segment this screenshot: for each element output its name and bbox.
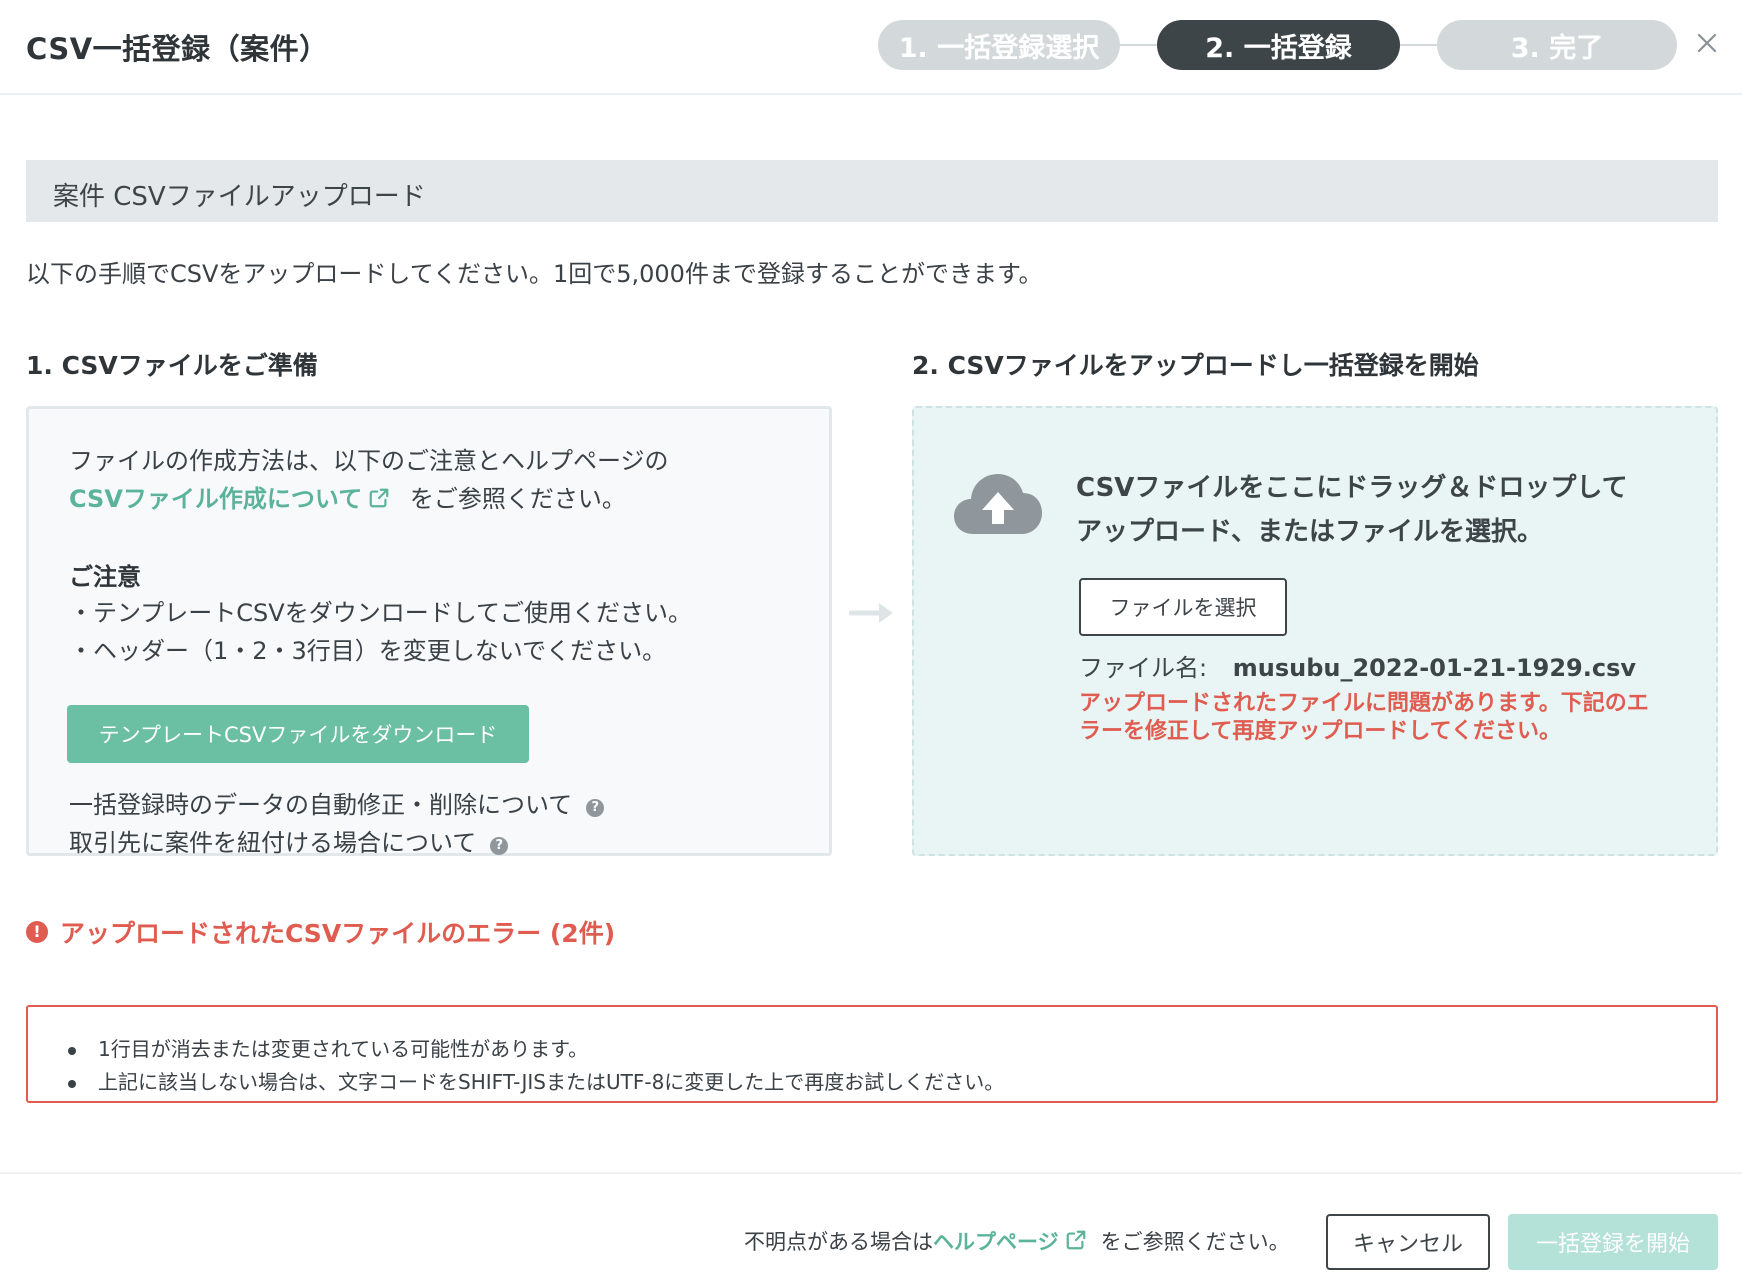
prepare-description: ファイルの作成方法は、以下のご注意とヘルプページの <box>69 447 669 475</box>
cancel-button[interactable]: キャンセル <box>1326 1214 1490 1270</box>
info-link-account-link[interactable]: 取引先に案件を紐付ける場合について? <box>69 823 509 858</box>
prepare-description-line2: CSVファイル作成について をご参照ください。 <box>69 485 626 513</box>
section-title: 案件 CSVファイルアップロード <box>53 182 426 212</box>
error-list-box: 1行目が消去または変更されている可能性があります。 上記に該当しない場合は、文字… <box>26 1005 1718 1103</box>
external-link-icon <box>1066 1230 1085 1250</box>
error-list: 1行目が消去または変更されている可能性があります。 上記に該当しない場合は、文字… <box>68 1033 1004 1099</box>
file-name-value: musubu_2022-01-21-1929.csv <box>1232 654 1637 682</box>
step-1: 1. 一括登録選択 <box>878 20 1120 70</box>
step-connector <box>1120 44 1157 46</box>
upload-heading: 2. CSVファイルをアップロードし一括登録を開始 <box>912 351 1479 380</box>
upload-error-message: アップロードされたファイルに問題があります。下記のエラーを修正して再度アップロー… <box>1079 691 1649 744</box>
help-question-icon[interactable]: ? <box>490 837 509 855</box>
help-question-icon[interactable]: ? <box>586 799 605 817</box>
close-icon[interactable] <box>1692 28 1722 58</box>
prepare-panel: ファイルの作成方法は、以下のご注意とヘルプページの CSVファイル作成について … <box>26 406 832 858</box>
arrow-right-icon <box>849 603 893 623</box>
intro-text: 以下の手順でCSVをアップロードしてください。1回で5,000件まで登録すること… <box>26 260 1043 288</box>
error-alert-icon: ! <box>26 921 48 943</box>
step-3: 3. 完了 <box>1437 20 1677 70</box>
start-import-button: 一括登録を開始 <box>1508 1214 1718 1270</box>
error-item: 1行目が消去または変更されている可能性があります。 <box>68 1033 1004 1066</box>
download-template-button[interactable]: テンプレートCSVファイルをダウンロード <box>67 705 529 763</box>
error-item: 上記に該当しない場合は、文字コードをSHIFT-JISまたはUTF-8に変更した… <box>68 1066 1004 1099</box>
step-2-active: 2. 一括登録 <box>1157 20 1400 70</box>
notice-item: ・テンプレートCSVをダウンロードしてご使用ください。 <box>69 599 692 627</box>
info-link-auto-fix[interactable]: 一括登録時のデータの自動修正・削除について? <box>69 785 605 820</box>
select-file-button[interactable]: ファイルを選択 <box>1079 578 1287 636</box>
section-header: 案件 CSVファイルアップロード <box>26 160 1718 222</box>
notice-title: ご注意 <box>69 563 141 591</box>
cloud-upload-icon <box>954 474 1042 534</box>
external-link-icon <box>369 488 389 508</box>
step-connector <box>1400 44 1437 46</box>
modal-footer: 不明点がある場合はヘルプページ をご参照ください。 キャンセル 一括登録を開始 <box>0 1172 1742 1280</box>
csv-help-link[interactable]: CSVファイル作成について <box>69 485 390 513</box>
notice-item: ・ヘッダー（1・2・3行目）を変更しないでください。 <box>69 637 667 665</box>
dropzone-text: CSVファイルをここにドラッグ＆ドロップして アップロード、またはファイルを選択… <box>1076 473 1628 547</box>
file-dropzone[interactable]: CSVファイルをここにドラッグ＆ドロップして アップロード、またはファイルを選択… <box>912 406 1718 856</box>
modal-title: CSV一括登録（案件） <box>26 32 329 66</box>
help-page-link[interactable]: ヘルプページ <box>933 1230 1087 1254</box>
file-name-row: ファイル名: musubu_2022-01-21-1929.csv <box>1079 648 1636 683</box>
file-name-label: ファイル名: <box>1079 654 1208 682</box>
prepare-heading: 1. CSVファイルをご準備 <box>26 351 318 380</box>
footer-help-note: 不明点がある場合はヘルプページ をご参照ください。 <box>744 1230 1290 1254</box>
modal-header: CSV一括登録（案件） 1. 一括登録選択 2. 一括登録 3. 完了 <box>0 0 1742 95</box>
error-heading: ! アップロードされたCSVファイルのエラー (2件) <box>26 914 615 950</box>
